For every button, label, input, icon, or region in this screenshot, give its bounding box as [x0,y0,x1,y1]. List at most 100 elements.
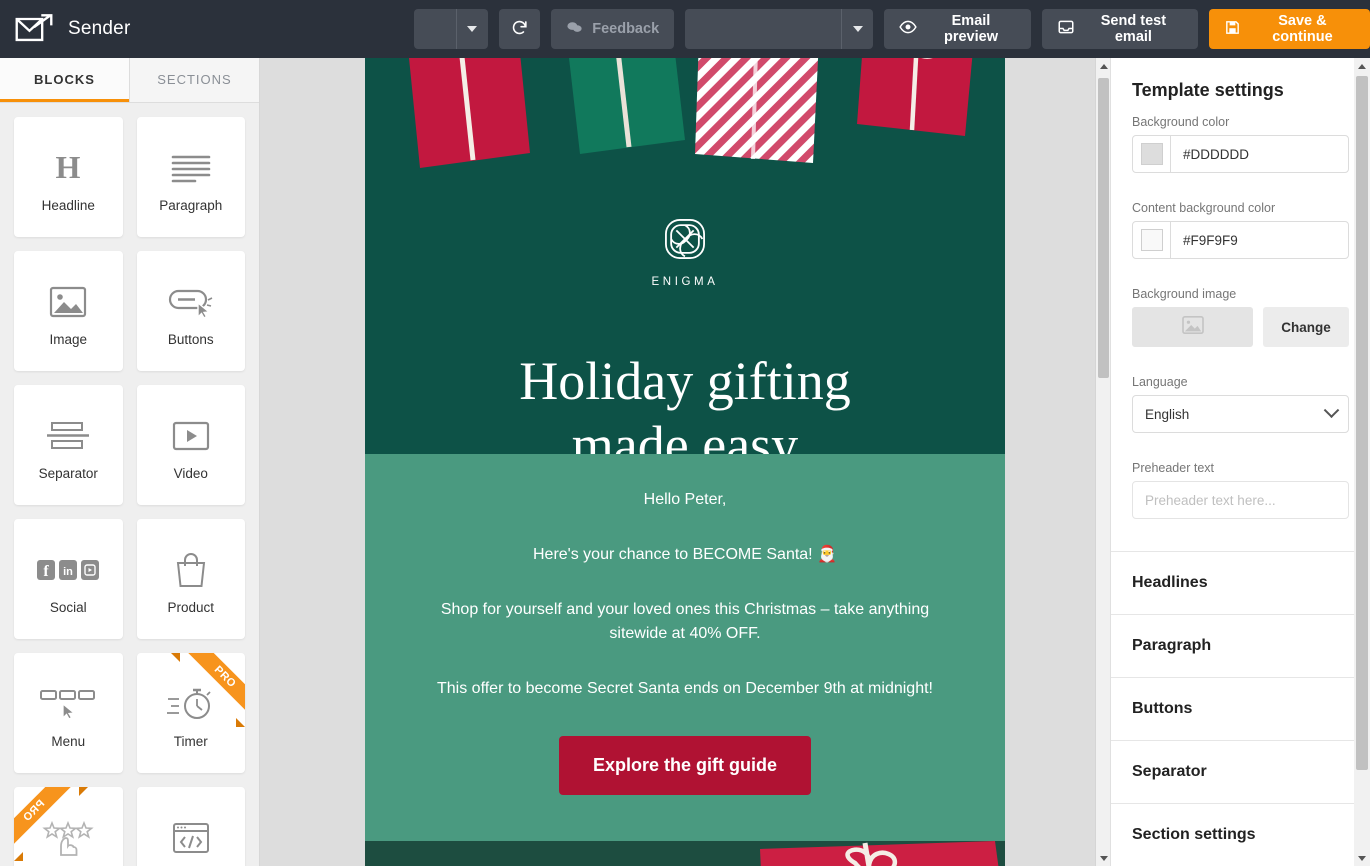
scroll-up-icon[interactable] [1354,58,1370,74]
block-timer[interactable]: Timer PRO [136,652,245,773]
accordion-paragraph[interactable]: Paragraph [1111,614,1370,677]
block-label: Buttons [167,331,214,347]
save-continue-button[interactable]: Save & continue [1208,9,1370,49]
block-label: Paragraph [159,197,223,213]
block-paragraph[interactable]: Paragraph [136,116,245,237]
headline-line-1: Holiday gifting [519,351,851,411]
send-test-email-button[interactable]: Send test email [1041,9,1198,49]
stars-hand-icon [42,810,94,866]
accordion-headlines[interactable]: Headlines [1111,551,1370,614]
brand-logo-name: ENIGMA [651,276,719,288]
block-review[interactable]: Review PRO [14,786,123,866]
panel-scroll-thumb[interactable] [1356,76,1368,770]
background-color-field: Background color #DDDDDD [1111,115,1370,179]
tab-sections[interactable]: SECTIONS [129,58,259,102]
text-lines-icon [169,140,213,196]
block-separator[interactable]: Separator [14,384,123,505]
change-background-image-button[interactable]: Change [1263,307,1349,347]
accordion-separator[interactable]: Separator [1111,740,1370,803]
shopping-bag-icon [174,542,208,598]
explore-gift-guide-button[interactable]: Explore the gift guide [558,735,811,795]
block-image[interactable]: Image [14,250,123,371]
background-image-field: Background image Change [1111,287,1370,353]
color-swatch-button[interactable] [1133,222,1171,258]
design-settings-split-button[interactable]: Design settings [685,9,874,49]
tab-blocks-label: BLOCKS [34,72,95,88]
feedback-label: Feedback [592,21,660,37]
block-buttons[interactable]: Buttons [136,250,245,371]
email-body-section[interactable]: Hello Peter, Here's your chance to BECOM… [365,454,1005,841]
blocks-sidebar: BLOCKS SECTIONS H Headline Paragraph Ima… [0,58,260,866]
undo-dropdown-toggle[interactable] [455,9,488,49]
email-paragraph: This offer to become Secret Santa ends o… [437,680,933,698]
svg-text:in: in [63,566,73,578]
canvas-scrollbar[interactable] [1095,58,1110,866]
block-custom-html[interactable]: Custom HTML [136,786,245,866]
accordion-section-settings[interactable]: Section settings [1111,803,1370,866]
toolbar-actions: Feedback Design settings [414,9,1370,49]
email-template[interactable]: ENIGMA Holiday gifting made easy Hello P… [365,58,1005,866]
block-product[interactable]: Product [136,518,245,639]
content-background-color-label: Content background color [1132,201,1276,215]
svg-text:f: f [44,563,50,580]
comment-icon [566,19,583,40]
block-menu[interactable]: Menu [14,652,123,773]
email-paragraph: Shop for yourself and your loved ones th… [440,600,930,643]
preheader-placeholder: Preheader text here... [1145,492,1276,508]
undo-split-button[interactable] [414,9,488,49]
redo-icon [510,18,529,41]
block-label: Image [49,331,88,347]
undo-button[interactable] [414,9,456,49]
background-color-input[interactable]: #DDDDDD [1132,135,1349,173]
brand-logo-block: ENIGMA [365,213,1005,288]
separator-icon [45,408,91,464]
save-continue-label: Save & continue [1272,13,1333,45]
chevron-down-icon [852,26,863,32]
enigma-knot-icon [659,213,711,270]
scroll-down-icon[interactable] [1354,850,1370,866]
email-preview-button[interactable]: Email preview [884,9,1031,49]
panel-scrollbar[interactable] [1354,58,1370,866]
block-label: Social [49,599,87,615]
email-headline[interactable]: Holiday gifting made easy [365,350,1005,454]
email-footer-image[interactable] [365,840,1005,866]
send-test-email-label: Send test email [1100,13,1167,45]
code-window-icon [171,810,211,866]
block-social[interactable]: f in Social [14,518,123,639]
preheader-input[interactable]: Preheader text here... [1132,481,1349,519]
color-swatch-button[interactable] [1133,136,1171,172]
scroll-down-icon[interactable] [1096,850,1110,866]
eye-icon [899,18,917,40]
tab-blocks[interactable]: BLOCKS [0,58,129,102]
social-networks-icon: f in [37,542,100,598]
design-settings-button[interactable]: Design settings [685,9,841,49]
app-brand: Sender [0,12,400,46]
background-color-label: Background color [1132,115,1230,129]
feedback-button[interactable]: Feedback [551,9,675,49]
scroll-up-icon[interactable] [1096,58,1110,74]
preheader-field: Preheader text Preheader text here... [1111,461,1370,525]
top-toolbar: Sender Feedback Email preview Send test … [0,0,1370,58]
block-label: Headline [41,197,95,213]
canvas-scroll-thumb[interactable] [1098,78,1109,378]
menu-cursor-icon [39,676,97,732]
redo-button[interactable] [498,9,541,49]
content-background-color-input[interactable]: #F9F9F9 [1132,221,1349,259]
accordion-buttons[interactable]: Buttons [1111,677,1370,740]
image-icon [48,274,88,330]
design-settings-dropdown-toggle[interactable] [841,9,873,49]
panel-title: Template settings [1132,80,1284,100]
email-hero-section[interactable]: ENIGMA Holiday gifting made easy [365,58,1005,454]
email-paragraph: Hello Peter, [643,491,727,508]
block-label: Video [173,465,208,481]
language-select[interactable]: English [1132,395,1349,433]
button-cursor-icon [167,274,215,330]
headline-line-2: made easy [571,414,799,454]
block-label: Separator [38,465,98,481]
chevron-down-icon [467,26,478,32]
sidebar-tabs: BLOCKS SECTIONS [0,58,259,103]
background-image-preview[interactable] [1132,307,1253,347]
block-label: Menu [51,733,86,749]
block-headline[interactable]: H Headline [14,116,123,237]
block-video[interactable]: Video [136,384,245,505]
